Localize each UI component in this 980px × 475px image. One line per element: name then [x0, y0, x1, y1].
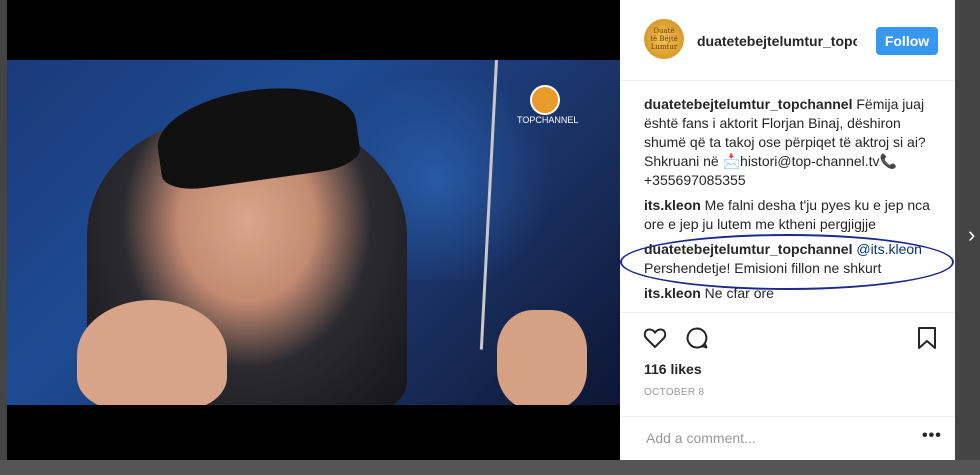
comment-icon[interactable] [684, 325, 710, 351]
comment-list: duatetebejtelumtur_topchannel Fëmija jua… [620, 95, 954, 309]
comment-username[interactable]: duatetebejtelumtur_topchannel [644, 96, 852, 112]
next-post-icon[interactable]: › [968, 222, 975, 248]
hand [77, 300, 227, 405]
comment-username[interactable]: its.kleon [644, 285, 701, 301]
list-item: duatetebejtelumtur_topchannel Fëmija jua… [644, 95, 944, 190]
channel-logo-text: TOPCHANNEL [517, 115, 579, 125]
avatar[interactable]: Duatë të Bëjtë Lumtur [644, 19, 684, 59]
comment-username[interactable]: its.kleon [644, 197, 701, 213]
post-header: Duatë të Bëjtë Lumtur duatetebejtelumtur… [620, 0, 955, 81]
list-item-highlighted: duatetebejtelumtur_topchannel @its.kleon… [620, 234, 954, 290]
post-date[interactable]: OCTOBER 8 [644, 387, 704, 398]
avatar-text: Duatë të Bëjtë Lumtur [650, 27, 678, 51]
follow-button[interactable]: Follow [876, 27, 938, 55]
header-username[interactable]: duatetebejtelumtur_topc [697, 33, 857, 49]
channel-logo-icon [529, 85, 560, 115]
post-photo[interactable]: TOPCHANNEL [7, 60, 620, 405]
more-options-icon[interactable]: ••• [922, 427, 942, 445]
list-item: its.kleon Me falni desha t'ju pyes ku e … [644, 196, 944, 234]
feed-strip [0, 460, 980, 475]
channel-logo: TOPCHANNEL [517, 85, 579, 125]
post-side-panel: Duatë të Bëjtë Lumtur duatetebejtelumtur… [620, 0, 955, 460]
hand-holding-antenna [497, 310, 587, 405]
highlight-ellipse [620, 234, 954, 290]
post-actions: 116 likes OCTOBER 8 [620, 312, 955, 433]
likes-count[interactable]: 116 likes [644, 361, 702, 377]
comment-input[interactable] [644, 429, 908, 447]
bookmark-icon[interactable] [914, 325, 940, 351]
add-comment-bar: ••• [620, 416, 955, 461]
post-image-area: TOPCHANNEL [7, 0, 620, 460]
heart-icon[interactable] [642, 325, 668, 351]
